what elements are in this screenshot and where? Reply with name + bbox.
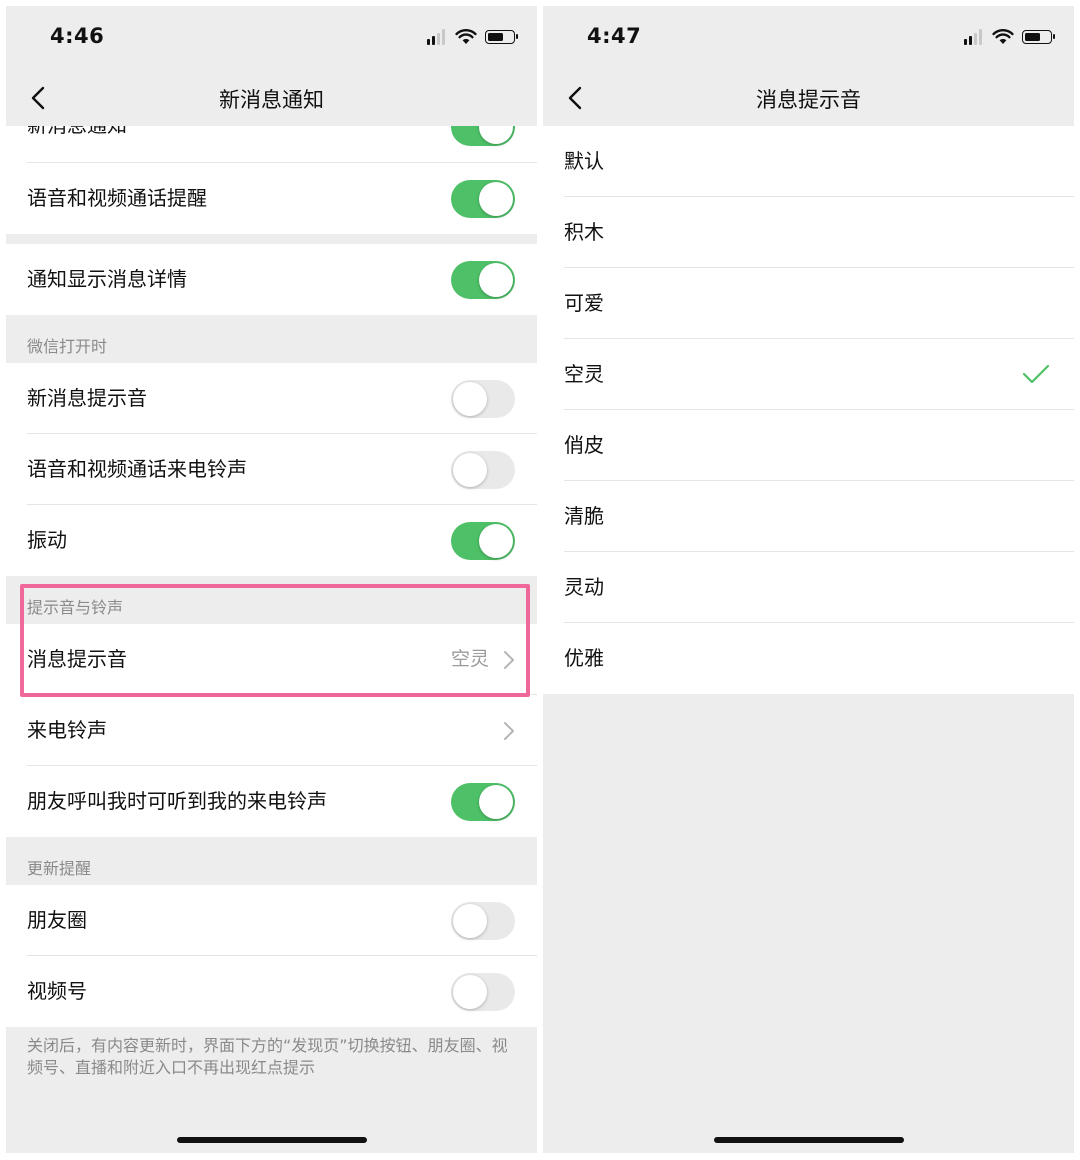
row-label: 新消息提示音 [27, 386, 147, 410]
row-ringtone[interactable]: 来电铃声 [6, 695, 537, 766]
tone-label: 积木 [564, 220, 604, 244]
battery-icon [485, 30, 518, 44]
page-title: 消息提示音 [756, 88, 861, 112]
status-time: 4:47 [587, 24, 642, 48]
tone-list: 默认 积木 可爱 空灵 俏皮 清脆 灵动 优雅 [543, 126, 1074, 694]
home-indicator[interactable] [713, 1137, 904, 1143]
tone-option-elegant[interactable]: 优雅 [543, 623, 1074, 694]
chevron-right-icon [504, 722, 514, 740]
row-label: 振动 [27, 528, 67, 552]
row-voice-video-call-alert[interactable]: 语音和视频通话提醒 [6, 163, 537, 234]
toggle-channels[interactable] [451, 973, 515, 1011]
section-header-when-open: 微信打开时 [27, 337, 108, 356]
row-vibrate[interactable]: 振动 [6, 505, 537, 576]
row-show-message-details[interactable]: 通知显示消息详情 [6, 244, 537, 315]
row-label: 朋友呼叫我时可听到我的来电铃声 [27, 789, 327, 813]
tone-label: 空灵 [564, 362, 604, 386]
row-new-message-notification[interactable]: 新消息通知 [6, 126, 537, 163]
tone-option-blocks[interactable]: 积木 [543, 197, 1074, 268]
signal-icon [964, 29, 984, 45]
checkmark-icon [1022, 364, 1050, 384]
tone-option-cute[interactable]: 可爱 [543, 268, 1074, 339]
tone-option-playful[interactable]: 俏皮 [543, 410, 1074, 481]
highlight-box [20, 584, 530, 697]
toggle-new-message-sound[interactable] [451, 380, 515, 418]
status-bar: 4:46 [6, 6, 537, 70]
row-label: 来电铃声 [27, 718, 107, 742]
tone-label: 灵动 [564, 575, 604, 599]
wifi-icon [455, 29, 477, 44]
toggle-show-message-details[interactable] [451, 261, 515, 299]
battery-icon [1022, 30, 1055, 44]
row-channels[interactable]: 视频号 [6, 956, 537, 1027]
row-moments[interactable]: 朋友圈 [6, 885, 537, 956]
tone-option-default[interactable]: 默认 [543, 126, 1074, 197]
toggle-friend-hears-ringtone[interactable] [451, 783, 515, 821]
tone-label: 清脆 [564, 504, 604, 528]
tone-label: 俏皮 [564, 433, 604, 457]
wifi-icon [992, 29, 1014, 44]
status-time: 4:46 [50, 24, 105, 48]
row-label: 语音和视频通话提醒 [27, 186, 207, 210]
tone-label: 可爱 [564, 291, 604, 315]
nav-bar: 消息提示音 [543, 70, 1074, 126]
message-tone-screen: 4:47 消息提示音 默认 积木 可爱 空灵 俏皮 清脆 灵动 优雅 [543, 6, 1074, 1153]
status-bar: 4:47 [543, 6, 1074, 70]
signal-icon [427, 29, 447, 45]
row-label: 视频号 [27, 979, 87, 1003]
system-icons [427, 28, 518, 46]
row-label: 朋友圈 [27, 908, 87, 932]
nav-bar: 新消息通知 [6, 70, 537, 126]
page-title: 新消息通知 [219, 88, 324, 112]
tone-option-lively[interactable]: 灵动 [543, 552, 1074, 623]
toggle-call-ringtone-when-open[interactable] [451, 451, 515, 489]
system-icons [964, 28, 1055, 46]
toggle-new-message-notification[interactable] [451, 126, 515, 146]
row-label: 语音和视频通话来电铃声 [27, 457, 247, 481]
row-new-message-sound[interactable]: 新消息提示音 [6, 363, 537, 434]
tone-label: 默认 [564, 149, 604, 173]
row-label: 新消息通知 [27, 126, 127, 161]
tone-label: 优雅 [564, 646, 604, 670]
section-header-updates: 更新提醒 [27, 859, 92, 878]
home-indicator[interactable] [176, 1137, 367, 1143]
tone-option-crisp[interactable]: 清脆 [543, 481, 1074, 552]
row-call-ringtone-when-open[interactable]: 语音和视频通话来电铃声 [6, 434, 537, 505]
update-footnote: 关闭后，有内容更新时，界面下方的“发现页”切换按钮、朋友圈、视频号、直播和附近入… [27, 1036, 508, 1077]
row-friend-hears-ringtone[interactable]: 朋友呼叫我时可听到我的来电铃声 [6, 766, 537, 837]
row-label: 通知显示消息详情 [27, 267, 187, 291]
tone-option-ethereal[interactable]: 空灵 [543, 339, 1074, 410]
settings-screen-new-message-notification: 4:46 新消息通知 新消息通知 [6, 6, 537, 1153]
toggle-voice-video-call-alert[interactable] [451, 180, 515, 218]
toggle-vibrate[interactable] [451, 522, 515, 560]
toggle-moments[interactable] [451, 902, 515, 940]
